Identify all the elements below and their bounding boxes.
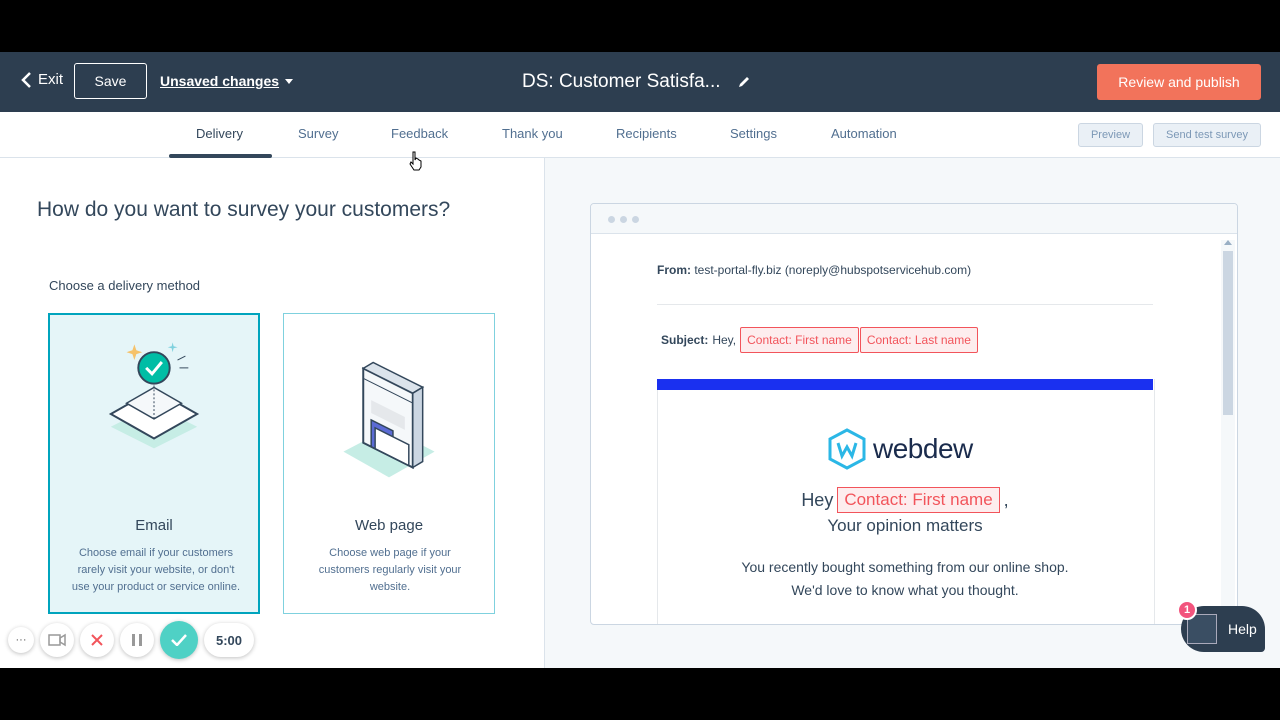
opinion-heading: Your opinion matters	[827, 516, 983, 535]
web-page-illustration-icon	[343, 361, 435, 478]
browser-dot-icon	[632, 216, 639, 223]
tab-recipients[interactable]: Recipients	[616, 126, 677, 141]
pause-icon[interactable]	[120, 623, 154, 657]
greeting-first-name-token[interactable]: Contact: First name	[837, 487, 1000, 513]
web-page-delivery-card[interactable]: Web page Choose web page if your custome…	[283, 313, 495, 614]
exit-button[interactable]: Exit	[20, 71, 63, 88]
preview-button[interactable]: Preview	[1078, 123, 1143, 147]
delivery-panel: How do you want to survey your customers…	[0, 158, 544, 668]
from-value: test-portal-fly.biz (noreply@hubspotserv…	[694, 263, 972, 277]
subject-label: Subject:	[661, 333, 709, 347]
tab-survey[interactable]: Survey	[298, 126, 338, 141]
pencil-icon[interactable]	[737, 75, 751, 89]
tab-settings[interactable]: Settings	[730, 126, 777, 141]
survey-title-text: DS: Customer Satisfa...	[522, 71, 721, 92]
greeting-text: Hey	[801, 489, 834, 510]
email-card-description: Choose email if your customers rarely vi…	[71, 547, 241, 593]
notification-badge: 1	[1177, 600, 1197, 620]
logo-text: webdew	[873, 433, 973, 464]
unsaved-changes-dropdown[interactable]: Unsaved changes	[160, 73, 294, 89]
help-label: Help	[1228, 621, 1257, 637]
web-page-card-title: Web page	[354, 517, 424, 534]
web-page-card-description: Choose web page if your customers regula…	[318, 547, 462, 593]
browser-title-bar	[591, 204, 1237, 234]
more-options-icon[interactable]: ···	[8, 627, 34, 653]
webdew-logo: webdew	[827, 428, 973, 470]
survey-title: DS: Customer Satisfa...	[522, 71, 751, 93]
greeting-suffix: ,	[1003, 489, 1009, 510]
webdew-logo-icon	[828, 428, 866, 470]
email-header-band	[657, 379, 1153, 390]
delivery-method-label: Choose a delivery method	[49, 278, 201, 293]
review-and-publish-button[interactable]: Review and publish	[1097, 64, 1261, 100]
from-label: From:	[657, 263, 691, 277]
tab-automation[interactable]: Automation	[831, 126, 897, 141]
browser-dot-icon	[608, 216, 615, 223]
subject-prefix: Hey,	[712, 333, 737, 347]
hand-cursor-icon	[409, 151, 422, 171]
subject-line: Subject: Hey, Contact: First name Contac…	[661, 327, 978, 353]
preview-browser-frame: From: test-portal-fly.biz (noreply@hubsp…	[590, 203, 1238, 625]
tab-thank-you[interactable]: Thank you	[502, 126, 563, 141]
top-navigation-bar: Exit Save Unsaved changes DS: Customer S…	[0, 52, 1280, 112]
email-body-text: You recently bought something from our o…	[741, 559, 1069, 598]
recorder-toolbar: ··· 5:00	[8, 620, 254, 660]
greeting-line: Hey Contact: First name ,	[657, 487, 1153, 513]
tab-feedback[interactable]: Feedback	[391, 126, 448, 141]
camera-toggle-icon[interactable]	[40, 623, 74, 657]
scrollbar-thumb[interactable]	[1223, 251, 1233, 415]
page-title: How do you want to survey your customers…	[37, 198, 451, 221]
save-button[interactable]: Save	[74, 63, 147, 99]
chevron-left-icon	[21, 71, 31, 88]
email-preview-panel: From: test-portal-fly.biz (noreply@hubsp…	[544, 158, 1280, 668]
exit-label: Exit	[38, 71, 64, 88]
scroll-up-arrow-icon[interactable]	[1224, 240, 1232, 245]
from-line: From: test-portal-fly.biz (noreply@hubsp…	[657, 263, 971, 277]
caret-down-icon	[285, 78, 294, 84]
unsaved-changes-label: Unsaved changes	[160, 73, 280, 89]
browser-dot-icon	[620, 216, 627, 223]
header-divider	[657, 304, 1153, 305]
email-illustration-icon	[108, 342, 200, 449]
subject-last-name-token[interactable]: Contact: Last name	[859, 327, 978, 353]
finish-recording-icon[interactable]	[160, 621, 198, 659]
email-card-title: Email	[135, 517, 173, 534]
recording-timer: 5:00	[204, 623, 254, 657]
subject-first-name-token[interactable]: Contact: First name	[740, 327, 859, 353]
cancel-recording-icon[interactable]	[80, 623, 114, 657]
email-delivery-card[interactable]: Email Choose email if your customers rar…	[48, 313, 260, 614]
tab-bar: Delivery Survey Feedback Thank you Recip…	[0, 112, 1280, 158]
send-test-survey-button[interactable]: Send test survey	[1153, 123, 1261, 147]
tab-delivery[interactable]: Delivery	[196, 126, 243, 141]
